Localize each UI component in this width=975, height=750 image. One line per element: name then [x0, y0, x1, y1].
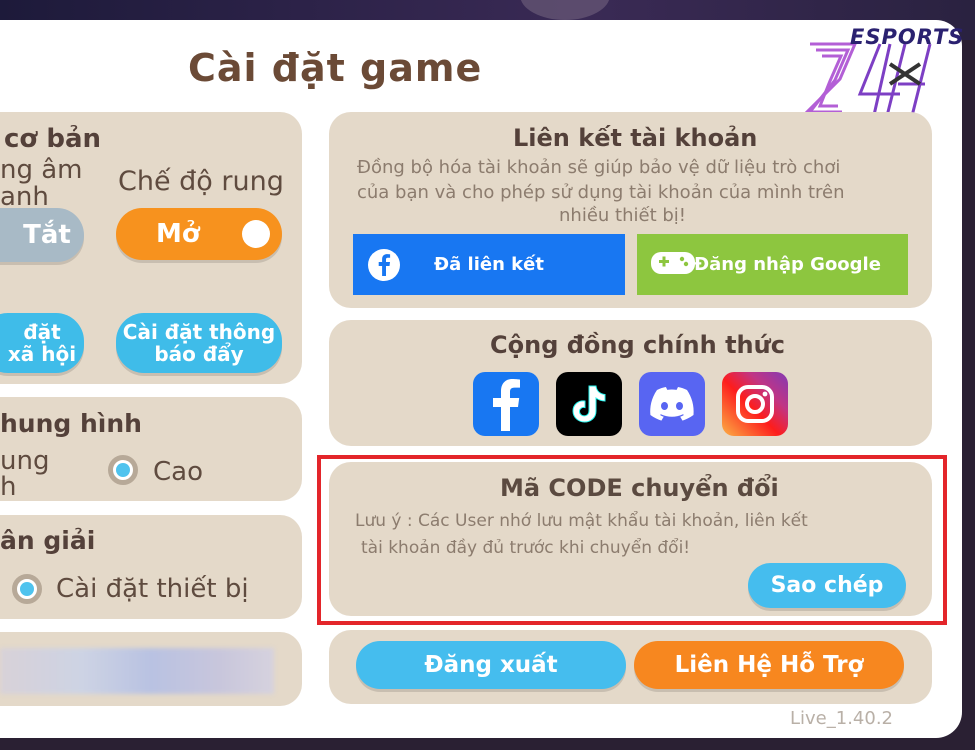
- resolution-device-radio[interactable]: [12, 574, 42, 604]
- facebook-linked-button[interactable]: Đã liên kết: [353, 234, 625, 295]
- account-link-header: Liên kết tài khoản: [513, 124, 758, 152]
- graphics-high-label: Cao: [153, 457, 203, 487]
- account-desc-line1: Đồng bộ hóa tài khoản sẽ giúp bảo vệ dữ …: [357, 157, 841, 178]
- blurred-content: [0, 648, 274, 694]
- toggle-knob: [242, 220, 270, 248]
- code-note-line1: Lưu ý : Các User nhớ lưu mật khẩu tài kh…: [355, 511, 808, 531]
- code-header: Mã CODE chuyển đổi: [500, 474, 779, 502]
- account-desc-line3: nhiều thiết bị!: [559, 205, 686, 226]
- page-title: Cài đặt game: [188, 46, 483, 90]
- graphics-option-left-line2: h: [0, 472, 17, 502]
- basic-settings-header: cơ bản: [4, 124, 101, 154]
- resolution-header: ân giải: [0, 526, 96, 555]
- copy-button[interactable]: Sao chép: [748, 563, 906, 608]
- sound-label-line1: ng âm: [0, 155, 83, 185]
- version-label: Live_1.40.2: [790, 708, 894, 729]
- discord-icon: [650, 387, 694, 421]
- logo-brand-text: ESPORTS: [850, 25, 965, 49]
- vibration-toggle-value: Mở: [156, 219, 200, 249]
- social-settings-line1: đặt: [23, 320, 61, 344]
- discord-community-icon[interactable]: [639, 372, 705, 436]
- resolution-device-label: Cài đặt thiết bị: [56, 574, 249, 604]
- graphics-high-radio[interactable]: [108, 455, 138, 485]
- facebook-button-label: Đã liên kết: [434, 254, 544, 275]
- gamepad-icon: [651, 252, 695, 274]
- facebook-f-icon: [493, 379, 520, 431]
- tiktok-icon: [572, 385, 606, 423]
- google-button-label: Đăng nhập Google: [694, 254, 881, 275]
- community-header: Cộng đồng chính thức: [490, 331, 785, 359]
- sound-toggle-value: Tắt: [23, 220, 71, 250]
- social-settings-button[interactable]: đặt xã hội: [0, 313, 84, 373]
- instagram-icon: [736, 385, 774, 423]
- google-login-button[interactable]: Đăng nhập Google: [637, 234, 908, 295]
- background-moon: [520, 0, 610, 20]
- social-settings-line2: xã hội: [7, 342, 77, 366]
- account-desc-line2: của bạn và cho phép sử dụng tài khoản củ…: [357, 182, 845, 203]
- push-notification-button[interactable]: Cài đặt thông báo đẩy: [116, 313, 282, 373]
- facebook-community-icon[interactable]: [473, 372, 539, 436]
- graphics-header: hung hình: [0, 409, 142, 438]
- vibration-label: Chế độ rung: [118, 166, 284, 197]
- vibration-toggle[interactable]: Mở: [116, 208, 282, 260]
- logout-button[interactable]: Đăng xuất: [356, 641, 626, 689]
- support-button[interactable]: Liên Hệ Hỗ Trợ: [634, 641, 904, 689]
- sound-toggle[interactable]: Tắt: [0, 208, 84, 262]
- tiktok-community-icon[interactable]: [556, 372, 622, 436]
- code-note-line2: tài khoản đầy đủ trước khi chuyển đổi!: [361, 538, 691, 558]
- facebook-icon: [368, 249, 400, 281]
- instagram-community-icon[interactable]: [722, 372, 788, 436]
- push-notification-line2: báo đẩy: [154, 342, 244, 366]
- push-notification-line1: Cài đặt thông: [122, 320, 276, 344]
